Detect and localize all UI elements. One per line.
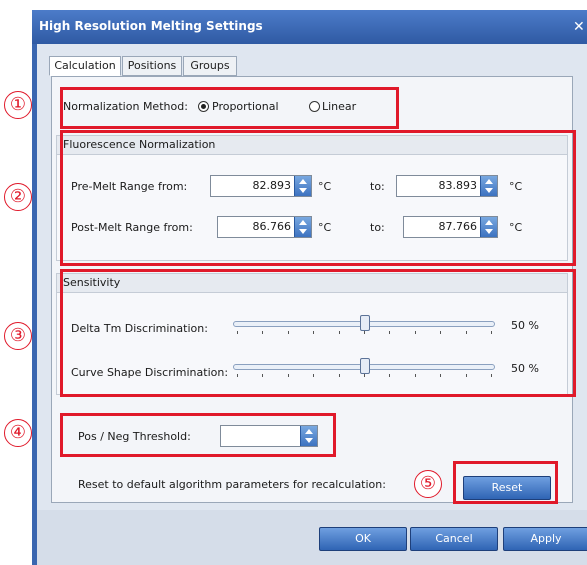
callout-2: ② [4, 183, 32, 211]
tab-calculation[interactable]: Calculation [49, 56, 121, 76]
callout-3: ③ [4, 322, 32, 350]
tab-positions[interactable]: Positions [122, 56, 182, 76]
apply-button[interactable]: Apply [503, 527, 587, 551]
highlight-normalization [60, 87, 399, 129]
callout-5: ⑤ [414, 470, 442, 498]
dialog-footer: OK Cancel Apply [37, 510, 587, 565]
callout-4: ④ [4, 419, 32, 447]
dialog-title: High Resolution Melting Settings [39, 19, 263, 33]
highlight-threshold [60, 413, 336, 457]
callout-1: ① [4, 91, 32, 119]
ok-button[interactable]: OK [319, 527, 407, 551]
close-icon[interactable]: ✕ [573, 18, 587, 36]
title-bar: High Resolution Melting Settings ✕ [32, 10, 587, 44]
reset-description: Reset to default algorithm parameters fo… [78, 478, 386, 491]
highlight-fluorescence [60, 130, 576, 266]
cancel-button[interactable]: Cancel [410, 527, 498, 551]
highlight-reset [453, 461, 558, 504]
tab-groups[interactable]: Groups [183, 56, 237, 76]
highlight-sensitivity [60, 269, 576, 397]
